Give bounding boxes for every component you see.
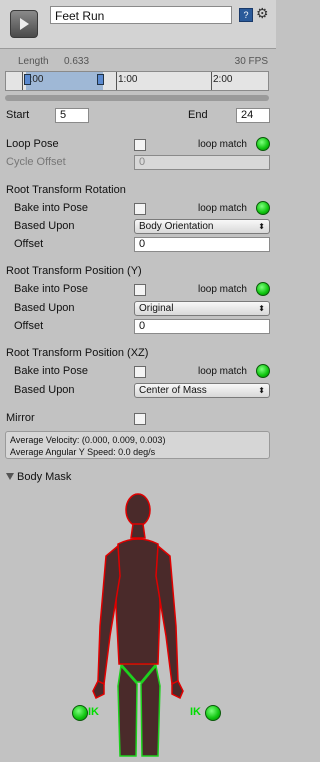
- loop-match-indicator: [256, 201, 270, 215]
- loop-match-indicator: [256, 137, 270, 151]
- animation-clip-inspector: Feet Run ? ⚙ Length 0.633 30 FPS 0:00 1:…: [0, 0, 276, 759]
- position-y-based-row: Based Upon Original ⬍: [0, 300, 276, 318]
- motion-info-box: Average Velocity: (0.000, 0.009, 0.003) …: [5, 431, 270, 459]
- length-label: Length: [18, 56, 49, 67]
- fps-label: 30 FPS: [234, 56, 268, 67]
- neck: [130, 523, 146, 539]
- tick-label: 1:00: [118, 74, 138, 85]
- start-field[interactable]: 5: [55, 108, 89, 123]
- position-xz-based-dropdown[interactable]: Center of Mass ⬍: [134, 383, 270, 398]
- position-xz-based-row: Based Upon Center of Mass ⬍: [0, 382, 276, 400]
- humanoid-figure: [92, 493, 184, 757]
- rotation-based-row: Based Upon Body Orientation ⬍: [0, 218, 276, 236]
- tick-major: [22, 72, 23, 90]
- help-icon[interactable]: ?: [239, 8, 253, 22]
- position-y-offset-field[interactable]: 0: [134, 319, 270, 334]
- clip-icon[interactable]: [10, 10, 38, 38]
- body-mask-foldout[interactable]: Body Mask: [6, 471, 71, 483]
- loop-match-label: loop match: [198, 284, 247, 295]
- rotation-bake-label: Bake into Pose: [14, 202, 88, 214]
- position-xz-section: Root Transform Position (XZ): [0, 345, 276, 363]
- rotation-offset-row: Offset 0: [0, 236, 276, 254]
- head: [125, 493, 151, 527]
- position-xz-bake-label: Bake into Pose: [14, 365, 88, 377]
- range-row: Start 5 End 24: [0, 107, 276, 125]
- end-marker[interactable]: [97, 74, 104, 85]
- cycle-offset-field: 0: [134, 155, 270, 170]
- position-y-section: Root Transform Position (Y): [0, 263, 276, 281]
- position-y-bake-label: Bake into Pose: [14, 283, 88, 295]
- average-angular-speed-text: Average Angular Y Speed: 0.0 deg/s: [10, 447, 156, 457]
- rotation-bake-row: Bake into Pose loop match: [0, 200, 276, 218]
- position-xz-bake-row: Bake into Pose loop match: [0, 363, 276, 381]
- foldout-arrow-icon: [6, 473, 14, 480]
- position-y-title: Root Transform Position (Y): [6, 265, 142, 277]
- position-y-bake-checkbox[interactable]: [134, 284, 146, 296]
- dropdown-arrow-icon: ⬍: [258, 304, 265, 313]
- left-ik-label: IK: [88, 706, 99, 718]
- position-xz-based-label: Based Upon: [14, 384, 75, 396]
- rotation-based-dropdown[interactable]: Body Orientation ⬍: [134, 219, 270, 234]
- loop-match-indicator: [256, 364, 270, 378]
- gear-icon[interactable]: ⚙: [256, 5, 269, 22]
- clip-meta-row: Length 0.633 30 FPS: [0, 56, 276, 70]
- position-xz-title: Root Transform Position (XZ): [6, 347, 149, 359]
- mirror-checkbox[interactable]: [134, 413, 146, 425]
- tick-major: [116, 72, 117, 90]
- position-y-bake-row: Bake into Pose loop match: [0, 281, 276, 299]
- torso: [115, 538, 161, 665]
- end-label: End: [188, 109, 208, 121]
- rotation-section: Root Transform Rotation: [0, 182, 276, 200]
- rotation-offset-field[interactable]: 0: [134, 237, 270, 252]
- loop-pose-row: Loop Pose loop match: [0, 136, 276, 154]
- start-marker[interactable]: [24, 74, 31, 85]
- right-hand: [171, 679, 184, 700]
- clip-name-field[interactable]: Feet Run: [50, 6, 232, 24]
- left-hand: [92, 679, 105, 700]
- rotation-bake-checkbox[interactable]: [134, 203, 146, 215]
- dropdown-value: Original: [139, 303, 174, 314]
- inspector-header: Feet Run ? ⚙: [0, 0, 276, 49]
- dropdown-arrow-icon: ⬍: [258, 386, 265, 395]
- position-y-offset-label: Offset: [14, 320, 44, 332]
- position-y-based-dropdown[interactable]: Original ⬍: [134, 301, 270, 316]
- length-value: 0.633: [64, 56, 90, 67]
- start-label: Start: [6, 109, 30, 121]
- cycle-offset-row: Cycle Offset 0: [0, 154, 276, 172]
- mirror-label: Mirror: [6, 412, 35, 424]
- loop-pose-checkbox[interactable]: [134, 139, 146, 151]
- rotation-based-label: Based Upon: [14, 220, 75, 232]
- body-mask-diagram: IK IK: [0, 486, 276, 759]
- position-y-based-label: Based Upon: [14, 302, 75, 314]
- loop-match-label: loop match: [198, 203, 247, 214]
- position-y-offset-row: Offset 0: [0, 318, 276, 336]
- tick-major: [211, 72, 212, 90]
- tick-label: 2:00: [213, 74, 233, 85]
- rotation-title: Root Transform Rotation: [6, 184, 126, 196]
- end-field[interactable]: 24: [236, 108, 270, 123]
- average-velocity-text: Average Velocity: (0.000, 0.009, 0.003): [10, 435, 166, 445]
- right-ik-label: IK: [190, 706, 201, 718]
- mirror-row: Mirror: [0, 410, 276, 428]
- timeline-scrollbar[interactable]: [5, 95, 269, 101]
- rotation-offset-label: Offset: [14, 238, 44, 250]
- loop-pose-label: Loop Pose: [6, 138, 59, 150]
- dropdown-value: Body Orientation: [139, 221, 214, 232]
- right-ik-toggle[interactable]: [205, 705, 221, 721]
- dropdown-value: Center of Mass: [139, 385, 207, 396]
- left-ik-toggle[interactable]: [72, 705, 88, 721]
- cycle-offset-label: Cycle Offset: [6, 156, 66, 168]
- loop-match-indicator: [256, 282, 270, 296]
- position-xz-bake-checkbox[interactable]: [134, 366, 146, 378]
- body-mask-label: Body Mask: [17, 471, 72, 483]
- dropdown-arrow-icon: ⬍: [258, 222, 265, 231]
- loop-match-label: loop match: [198, 366, 247, 377]
- loop-match-label: loop match: [198, 139, 247, 150]
- timeline-ruler[interactable]: 0:00 1:00 2:00: [5, 71, 269, 91]
